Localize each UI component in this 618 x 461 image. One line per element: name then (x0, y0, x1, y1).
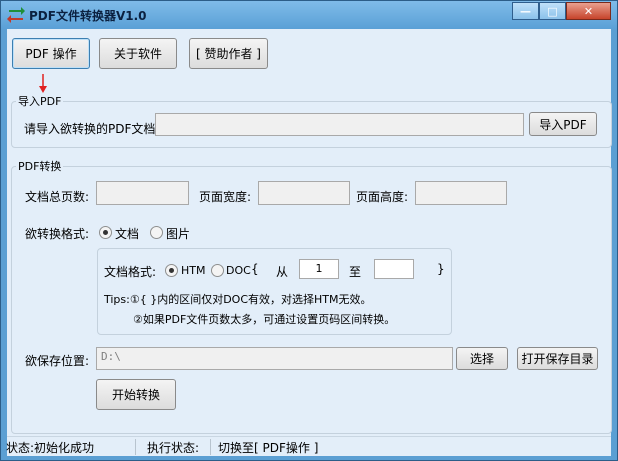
import-label: 请导入欲转换的PDF文档: (24, 122, 160, 136)
about-button[interactable]: 关于软件 (99, 38, 177, 69)
minimize-button[interactable]: — (512, 2, 539, 20)
doc-format-doc-label: DOC (226, 264, 251, 277)
status-separator (135, 439, 136, 455)
pdf-ops-button[interactable]: PDF 操作 (12, 38, 90, 69)
convert-arrows-icon (7, 7, 25, 23)
client-area: PDF 操作 关于软件 [ 赞助作者 ] 导入PDF 请导入欲转换的PDF文档:… (6, 29, 612, 456)
save-location-label: 欲保存位置: (25, 354, 90, 368)
window-title: PDF文件转换器V1.0 (29, 9, 147, 23)
format-image-label: 图片 (166, 227, 191, 241)
format-document-radio[interactable] (99, 226, 112, 239)
exec-status-value: 切换至[ PDF操作 ] (218, 441, 319, 455)
maximize-button[interactable]: □ (539, 2, 566, 20)
range-open-brace: { (251, 262, 259, 276)
format-image-radio[interactable] (150, 226, 163, 239)
sponsor-button[interactable]: [ 赞助作者 ] (189, 38, 268, 69)
status-text: 状态:初始化成功 (6, 441, 95, 455)
doc-format-htm-label: HTM (181, 264, 206, 277)
down-arrow-icon (39, 74, 47, 93)
status-bar: 状态:初始化成功 执行状态: 切换至[ PDF操作 ] (6, 436, 611, 456)
format-label: 欲转换格式: (25, 227, 90, 241)
range-from-label: 从 (276, 265, 289, 279)
range-close-brace: } (437, 262, 445, 276)
doc-format-label: 文档格式: (104, 265, 157, 279)
start-convert-button[interactable]: 开始转换 (96, 379, 176, 410)
convert-group-legend: PDF转换 (18, 160, 62, 173)
close-button[interactable]: ✕ (566, 2, 611, 20)
import-pdf-button[interactable]: 导入PDF (529, 112, 597, 136)
range-from-input[interactable]: 1 (299, 259, 339, 279)
format-document-label: 文档 (115, 227, 140, 241)
page-width-label: 页面宽度: (199, 190, 252, 204)
page-width-field[interactable] (258, 181, 350, 205)
tips-line-2: ②如果PDF文件页数太多，可通过设置页码区间转换。 (133, 313, 396, 326)
page-height-label: 页面高度: (356, 190, 409, 204)
save-path-input[interactable]: D:\ (96, 347, 453, 370)
status-separator (210, 439, 211, 455)
pdf-path-input[interactable] (155, 113, 524, 136)
import-group-legend: 导入PDF (18, 95, 62, 108)
app-window: PDF文件转换器V1.0 — □ ✕ PDF 操作 关于软件 [ 赞助作者 ] … (0, 0, 618, 461)
range-to-label: 至 (349, 265, 362, 279)
total-pages-label: 文档总页数: (25, 190, 90, 204)
page-height-field[interactable] (415, 181, 507, 205)
select-folder-button[interactable]: 选择 (456, 347, 508, 370)
open-save-folder-button[interactable]: 打开保存目录 (517, 347, 598, 370)
total-pages-field[interactable] (96, 181, 189, 205)
doc-format-doc-radio[interactable] (211, 264, 224, 277)
doc-format-htm-radio[interactable] (165, 264, 178, 277)
tips-line-1: Tips:①{ }内的区间仅对DOC有效，对选择HTM无效。 (104, 293, 372, 306)
exec-status-label: 执行状态: (147, 441, 200, 455)
title-bar[interactable]: PDF文件转换器V1.0 — □ ✕ (1, 1, 617, 29)
range-to-input[interactable] (374, 259, 414, 279)
